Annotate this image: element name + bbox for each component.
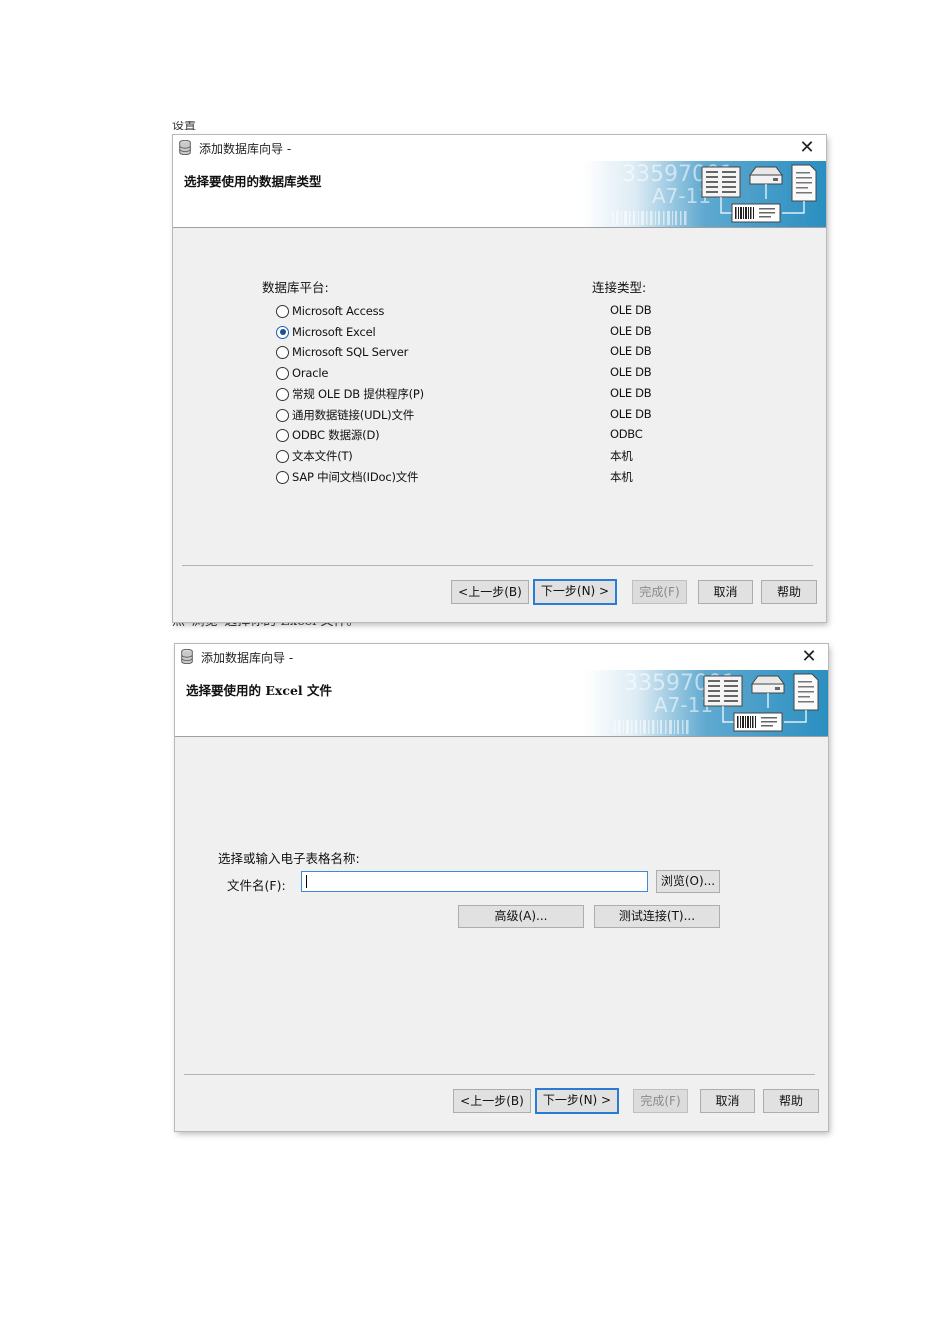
help-button[interactable]: 帮助	[763, 1089, 819, 1113]
option-text-file[interactable]: 文本文件(T)	[276, 447, 353, 465]
test-connection-button[interactable]: 测试连接(T)...	[594, 905, 720, 928]
cancel-button[interactable]: 取消	[700, 1089, 755, 1113]
platform-column-header: 数据库平台:	[262, 280, 329, 295]
option-label: 通用数据链接(UDL)文件	[292, 408, 415, 422]
close-button[interactable]: ✕	[794, 644, 824, 670]
drive-icon	[749, 166, 783, 185]
wizard-header: 选择要使用的 Excel 文件 33597001 A7-11	[175, 670, 828, 737]
document-icon	[791, 164, 817, 202]
option-label: 常规 OLE DB 提供程序(P)	[292, 387, 424, 401]
radio-button[interactable]	[276, 408, 289, 422]
connection-type: OLE DB	[610, 344, 652, 358]
spreadsheet-prompt: 选择或输入电子表格名称:	[218, 851, 360, 866]
wizard-dialog-database-type: 添加数据库向导 - ✕ 选择要使用的数据库类型 33597001 A7-11 数…	[173, 135, 826, 622]
step-title: 选择要使用的 Excel 文件	[186, 683, 332, 698]
option-label: Microsoft Excel	[292, 325, 376, 339]
connection-type: OLE DB	[610, 365, 652, 379]
server-icon	[701, 166, 741, 198]
footer-separator	[184, 1074, 815, 1075]
option-ole-db-provider[interactable]: 常规 OLE DB 提供程序(P)	[276, 385, 424, 403]
option-label: Microsoft Access	[292, 304, 385, 318]
footer-separator	[182, 565, 813, 566]
option-label: Microsoft SQL Server	[292, 345, 409, 359]
title-bar[interactable]: 添加数据库向导 - ✕	[173, 135, 826, 161]
wizard-body: 选择或输入电子表格名称: 文件名(F): 浏览(O)... 高级(A)... 测…	[175, 737, 828, 1131]
option-udl-file[interactable]: 通用数据链接(UDL)文件	[276, 406, 414, 424]
connection-column-header: 连接类型:	[592, 280, 647, 295]
radio-button[interactable]	[276, 428, 289, 442]
connection-type: OLE DB	[610, 324, 652, 338]
option-label: ODBC 数据源(D)	[292, 428, 380, 442]
database-icon	[179, 140, 191, 155]
option-microsoft-excel[interactable]: Microsoft Excel	[276, 323, 376, 341]
option-oracle[interactable]: Oracle	[276, 364, 328, 382]
wizard-banner-graphic: 33597001 A7-11	[582, 161, 826, 227]
wizard-banner-graphic: 33597001 A7-11	[584, 670, 828, 736]
step-title: 选择要使用的数据库类型	[184, 174, 322, 189]
finish-button[interactable]: 完成(F)	[632, 580, 687, 604]
drive-icon	[751, 675, 785, 694]
wizard-header: 选择要使用的数据库类型 33597001 A7-11	[173, 161, 826, 228]
text-caret	[306, 875, 307, 888]
option-microsoft-access[interactable]: Microsoft Access	[276, 302, 384, 320]
radio-button[interactable]	[276, 366, 289, 380]
wizard-body: 数据库平台: 连接类型: Microsoft Access OLE DB Mic…	[173, 228, 826, 622]
document-fragment-between: 点“浏览”选择你的 Excel 文件。	[172, 621, 360, 629]
cancel-button[interactable]: 取消	[698, 580, 753, 604]
option-label: 文本文件(T)	[292, 449, 353, 463]
connection-type: OLE DB	[610, 407, 652, 421]
barcode-icon	[731, 203, 781, 223]
finish-button[interactable]: 完成(F)	[633, 1089, 688, 1113]
barcode-icon	[733, 712, 783, 732]
document-icon	[793, 673, 819, 711]
radio-button[interactable]	[276, 449, 289, 463]
dialog-title: 添加数据库向导 -	[199, 142, 292, 156]
option-label: SAP 中间文档(IDoc)文件	[292, 470, 419, 484]
file-name-label: 文件名(F):	[227, 878, 286, 893]
connection-type: OLE DB	[610, 303, 652, 317]
option-sap-idoc-file[interactable]: SAP 中间文档(IDoc)文件	[276, 468, 419, 486]
connection-type: ODBC	[610, 427, 643, 441]
radio-button[interactable]	[276, 470, 289, 484]
close-button[interactable]: ✕	[792, 135, 822, 161]
server-icon	[703, 675, 743, 707]
radio-button[interactable]	[276, 345, 289, 359]
dialog-title: 添加数据库向导 -	[201, 651, 294, 665]
back-button[interactable]: <上一步(B)	[453, 1089, 531, 1113]
next-button[interactable]: 下一步(N) >	[535, 1088, 619, 1114]
help-button[interactable]: 帮助	[761, 580, 817, 604]
option-odbc-source[interactable]: ODBC 数据源(D)	[276, 426, 380, 444]
database-icon	[181, 649, 193, 664]
connection-type: OLE DB	[610, 386, 652, 400]
connection-type: 本机	[610, 470, 633, 484]
radio-button[interactable]	[276, 387, 289, 401]
document-fragment-top: 设置	[172, 121, 197, 130]
radio-button-selected[interactable]	[276, 325, 289, 339]
radio-button[interactable]	[276, 304, 289, 318]
next-button[interactable]: 下一步(N) >	[533, 579, 617, 605]
file-name-input[interactable]	[301, 871, 648, 892]
advanced-button[interactable]: 高级(A)...	[458, 905, 584, 928]
connection-type: 本机	[610, 449, 633, 463]
browse-button[interactable]: 浏览(O)...	[656, 870, 720, 893]
option-label: Oracle	[292, 366, 329, 380]
option-microsoft-sql-server[interactable]: Microsoft SQL Server	[276, 343, 408, 361]
title-bar[interactable]: 添加数据库向导 - ✕	[175, 644, 828, 670]
wizard-dialog-excel-file: 添加数据库向导 - ✕ 选择要使用的 Excel 文件 33597001 A7-…	[175, 644, 828, 1131]
back-button[interactable]: <上一步(B)	[451, 580, 529, 604]
